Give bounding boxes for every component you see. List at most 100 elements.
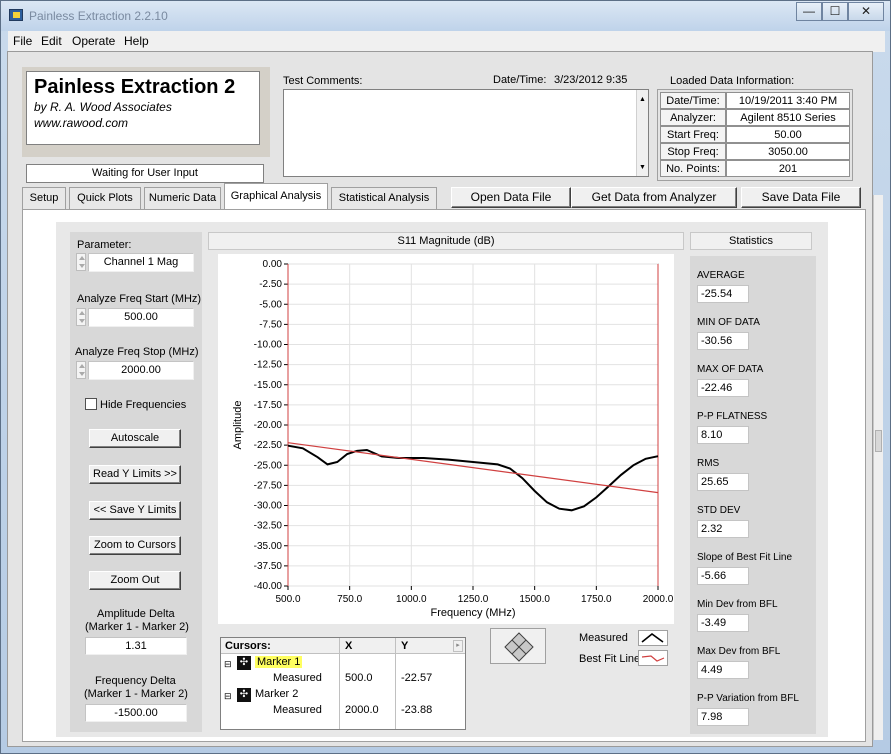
comments-scrollbar[interactable]: ▲ ▼ xyxy=(636,90,648,176)
amplitude-delta-value: 1.31 xyxy=(85,637,187,655)
comments-textarea[interactable]: ▲ ▼ xyxy=(283,89,649,177)
chart-title: S11 Magnitude (dB) xyxy=(208,232,684,250)
start-freq-spinner[interactable] xyxy=(76,308,86,326)
table-scroll-icon[interactable]: ▸ xyxy=(453,640,463,652)
collapse-icon[interactable]: ⊟ xyxy=(224,691,232,702)
marker1-x: 500.0 xyxy=(345,672,373,684)
cursor-header-y: Y xyxy=(401,640,409,652)
menu-file[interactable]: File xyxy=(13,34,32,48)
y-tick-label: -37.50 xyxy=(254,561,283,572)
brand-name: Painless Extraction 2 xyxy=(34,76,236,98)
statistics-title: Statistics xyxy=(690,232,812,250)
stat-label: Max Dev from BFL xyxy=(697,646,781,657)
zoom-to-cursors-button[interactable]: Zoom to Cursors xyxy=(89,536,181,555)
marker2-x: 2000.0 xyxy=(345,704,379,716)
tab-statistical-analysis[interactable]: Statistical Analysis xyxy=(331,187,437,209)
brand-panel: Painless Extraction 2 by R. A. Wood Asso… xyxy=(26,71,260,145)
legend-bfl-label: Best Fit Line xyxy=(579,653,641,665)
stat-label: RMS xyxy=(697,458,720,469)
datetime-value: 3/23/2012 9:35 xyxy=(554,74,628,86)
y-tick-label: -7.50 xyxy=(259,319,282,330)
tab-numeric-data[interactable]: Numeric Data xyxy=(144,187,221,209)
stat-label: MIN OF DATA xyxy=(697,317,760,328)
minimize-button[interactable]: — xyxy=(796,2,822,21)
start-freq-label: Analyze Freq Start (MHz) xyxy=(77,293,202,305)
stat-value: -22.46 xyxy=(697,379,749,397)
app-icon xyxy=(9,9,23,21)
open-data-file-button[interactable]: Open Data File xyxy=(451,187,571,208)
save-y-limits-button[interactable]: << Save Y Limits xyxy=(89,501,181,520)
loaded-value: 201 xyxy=(726,160,850,177)
tab-graphical-analysis[interactable]: Graphical Analysis xyxy=(224,183,328,210)
stop-freq-input[interactable]: 2000.00 xyxy=(88,361,194,380)
y-tick-label: -17.50 xyxy=(254,400,283,411)
s11-chart[interactable]: 0.00 -2.50 -5.00 -7.50 -10.00 -12.50 -15.00 -17… xyxy=(218,254,674,624)
loaded-key: Analyzer: xyxy=(660,109,726,126)
brand-by: by R. A. Wood Associates xyxy=(34,100,172,114)
y-tick-label: -27.50 xyxy=(254,480,283,491)
marker1-name[interactable]: Marker 1 xyxy=(255,656,303,668)
datetime-label: Date/Time: xyxy=(493,74,547,86)
stat-label: Min Dev from BFL xyxy=(697,599,778,610)
window-title: Painless Extraction 2.2.10 xyxy=(29,9,168,23)
stop-freq-label: Analyze Freq Stop (MHz) xyxy=(75,346,199,358)
y-tick-label: -22.50 xyxy=(254,440,283,451)
stat-label: MAX OF DATA xyxy=(697,364,764,375)
parameter-spinner[interactable] xyxy=(76,253,86,271)
hide-frequencies-label: Hide Frequencies xyxy=(100,399,187,411)
amplitude-delta-label: Amplitude Delta xyxy=(97,608,175,620)
comments-label: Test Comments: xyxy=(283,75,363,87)
tab-quick-plots[interactable]: Quick Plots xyxy=(69,187,141,209)
loaded-value: 50.00 xyxy=(726,126,850,143)
y-tick-label: -20.00 xyxy=(254,420,283,431)
x-tick-label: 1500.0 xyxy=(519,594,550,605)
scroll-up-icon[interactable]: ▲ xyxy=(639,96,646,103)
marker2-name[interactable]: Marker 2 xyxy=(255,688,298,700)
stop-freq-spinner[interactable] xyxy=(76,361,86,379)
move-diamond-icon[interactable] xyxy=(491,629,547,665)
legend-bfl-swatch xyxy=(638,650,668,666)
status-field: Waiting for User Input xyxy=(26,164,264,183)
zoom-out-button[interactable]: Zoom Out xyxy=(89,571,181,590)
tab-setup[interactable]: Setup xyxy=(22,187,66,209)
start-freq-input[interactable]: 500.00 xyxy=(88,308,194,327)
cursor-col-divider xyxy=(395,638,396,729)
cursor-move-control[interactable] xyxy=(490,628,546,664)
collapse-icon[interactable]: ⊟ xyxy=(224,659,232,670)
y-tick-label: -10.00 xyxy=(254,340,283,351)
window-scrollbar[interactable] xyxy=(873,195,883,740)
title-bar[interactable]: Painless Extraction 2.2.10 — ☐ ✕ xyxy=(1,1,890,31)
marker2-y: -23.88 xyxy=(401,704,433,716)
stat-value: -5.66 xyxy=(697,567,749,585)
scroll-thumb[interactable] xyxy=(875,430,882,452)
loaded-value: Agilent 8510 Series xyxy=(726,109,850,126)
loaded-key: No. Points: xyxy=(660,160,726,177)
y-tick-label: -40.00 xyxy=(254,581,283,592)
save-data-file-button[interactable]: Save Data File xyxy=(741,187,861,208)
y-tick-label: -32.50 xyxy=(254,521,283,532)
x-axis-label: Frequency (MHz) xyxy=(431,607,516,619)
x-tick-label: 2000.0 xyxy=(643,594,674,605)
scroll-down-icon[interactable]: ▼ xyxy=(639,164,646,171)
marker-crosshair-icon: ✣ xyxy=(237,688,251,702)
stat-label: P-P Variation from BFL xyxy=(697,693,799,704)
y-tick-label: 0.00 xyxy=(263,259,283,270)
y-tick-label: -5.00 xyxy=(259,299,282,310)
menu-help[interactable]: Help xyxy=(124,34,149,48)
hide-frequencies-checkbox[interactable] xyxy=(85,398,97,410)
legend-measured-swatch xyxy=(638,630,668,646)
get-data-analyzer-button[interactable]: Get Data from Analyzer xyxy=(571,187,737,208)
maximize-button[interactable]: ☐ xyxy=(822,2,848,21)
menu-edit[interactable]: Edit xyxy=(41,34,62,48)
stat-value: -3.49 xyxy=(697,614,749,632)
stat-value: 4.49 xyxy=(697,661,749,679)
autoscale-button[interactable]: Autoscale xyxy=(89,429,181,448)
menu-operate[interactable]: Operate xyxy=(72,34,115,48)
menu-bar: File Edit Operate Help xyxy=(8,31,885,52)
loaded-key: Stop Freq: xyxy=(660,143,726,160)
frequency-delta-value: -1500.00 xyxy=(85,704,187,722)
read-y-limits-button[interactable]: Read Y Limits >> xyxy=(89,465,181,484)
brand-url: www.rawood.com xyxy=(34,116,129,130)
parameter-select[interactable]: Channel 1 Mag xyxy=(88,253,194,272)
close-button[interactable]: ✕ xyxy=(848,2,884,21)
